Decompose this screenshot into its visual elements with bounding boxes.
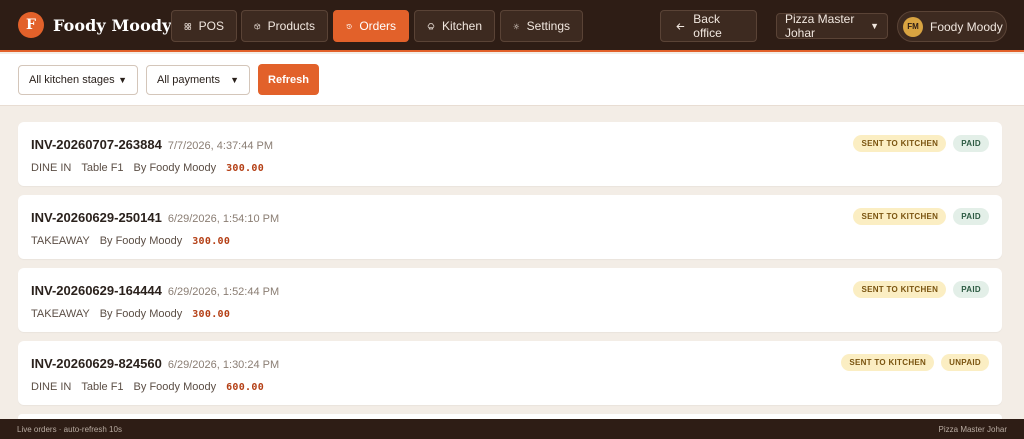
nav-orders-label: Orders <box>359 19 396 33</box>
arrow-left-icon <box>676 22 685 30</box>
chef-hat-icon <box>427 22 435 29</box>
order-amount: 600.00 <box>226 381 265 393</box>
branch-select[interactable]: Pizza Master Johar ▼ <box>776 12 888 40</box>
box-icon <box>254 22 261 30</box>
nav-kitchen-label: Kitchen <box>441 19 482 33</box>
payment-status-badge: UNPAID <box>941 354 989 371</box>
invoice-number: INV-20260629-250141 <box>31 210 162 225</box>
brand-name: Foody Moody <box>53 15 172 35</box>
grid-icon <box>184 22 192 30</box>
branch-select-value: Pizza Master Johar <box>785 12 855 40</box>
nav-pos-label: POS <box>198 19 224 33</box>
order-by: By Foody Moody <box>133 162 217 174</box>
order-table: Table F1 <box>81 162 124 174</box>
nav-products-label: Products <box>267 19 315 33</box>
footer-branch-name: Pizza Master Johar <box>938 424 1007 434</box>
back-office-label: Back office <box>693 12 722 40</box>
order-by: By Foody Moody <box>99 235 183 247</box>
avatar: FM <box>903 16 923 37</box>
chevron-down-icon: ▼ <box>230 75 239 85</box>
order-type: DINE IN <box>31 162 72 174</box>
payment-status-badge: PAID <box>953 281 989 298</box>
refresh-button[interactable]: Refresh <box>258 64 319 95</box>
brand[interactable]: F Foody Moody <box>18 12 172 38</box>
order-by: By Foody Moody <box>133 381 217 393</box>
order-card[interactable]: INV-20260629-250141 6/29/2026, 1:54:10 PM… <box>18 195 1002 259</box>
chevron-down-icon: ▼ <box>870 21 879 31</box>
history-icon <box>346 23 352 29</box>
order-type: TAKEAWAY <box>31 308 90 320</box>
order-datetime: 6/29/2026, 1:30:24 PM <box>167 359 280 371</box>
payment-select-value: All payments <box>157 74 220 86</box>
kitchen-stage-select[interactable]: All kitchen stages ▼ <box>18 65 138 95</box>
order-amount: 300.00 <box>192 235 231 247</box>
order-amount: 300.00 <box>192 308 231 320</box>
nav-orders-button[interactable]: Orders <box>333 10 409 42</box>
kitchen-stage-select-value: All kitchen stages <box>29 74 115 86</box>
order-datetime: 7/7/2026, 4:37:44 PM <box>167 140 274 152</box>
nav-settings-label: Settings <box>526 19 570 33</box>
kitchen-status-badge: SENT TO KITCHEN <box>853 135 947 152</box>
order-card[interactable]: INV-20260629-164444 6/29/2026, 1:52:44 PM… <box>18 268 1002 332</box>
nav-kitchen-button[interactable]: Kitchen <box>414 10 495 42</box>
live-orders-status: Live orders · auto-refresh 10s <box>17 424 122 434</box>
nav-products-button[interactable]: Products <box>241 10 328 42</box>
back-office-button[interactable]: Back office <box>660 10 757 42</box>
order-type: DINE IN <box>31 381 72 393</box>
payment-status-badge: PAID <box>953 208 989 225</box>
order-datetime: 6/29/2026, 1:54:10 PM <box>167 213 280 225</box>
invoice-number: INV-20260629-824560 <box>31 356 162 371</box>
kitchen-status-badge: SENT TO KITCHEN <box>853 208 947 225</box>
order-type: TAKEAWAY <box>31 235 90 247</box>
payment-status-badge: PAID <box>953 135 989 152</box>
top-navbar: F Foody Moody POS Products Orders Kitche… <box>0 0 1024 52</box>
status-footer: Live orders · auto-refresh 10s Pizza Mas… <box>0 419 1024 439</box>
order-by: By Foody Moody <box>99 308 183 320</box>
user-name: Foody Moody <box>930 19 1003 34</box>
order-card[interactable]: INV-20260629-824560 6/29/2026, 1:30:24 PM… <box>18 341 1002 405</box>
filter-bar: All kitchen stages ▼ All payments ▼ Refr… <box>0 54 1024 106</box>
nav-pos-button[interactable]: POS <box>171 10 237 42</box>
order-amount: 300.00 <box>226 162 265 174</box>
chevron-down-icon: ▼ <box>118 75 127 85</box>
kitchen-status-badge: SENT TO KITCHEN <box>853 281 947 298</box>
order-table: Table F1 <box>81 381 124 393</box>
kitchen-status-badge: SENT TO KITCHEN <box>841 354 935 371</box>
order-card[interactable]: INV-20260707-263884 7/7/2026, 4:37:44 PM … <box>18 122 1002 186</box>
payment-select[interactable]: All payments ▼ <box>146 65 250 95</box>
gear-icon <box>513 23 520 29</box>
invoice-number: INV-20260629-164444 <box>31 283 162 298</box>
brand-logo: F <box>18 12 44 38</box>
nav-settings-button[interactable]: Settings <box>500 10 583 42</box>
order-datetime: 6/29/2026, 1:52:44 PM <box>167 286 280 298</box>
user-menu[interactable]: FM Foody Moody <box>897 11 1007 42</box>
invoice-number: INV-20260707-263884 <box>31 137 162 152</box>
